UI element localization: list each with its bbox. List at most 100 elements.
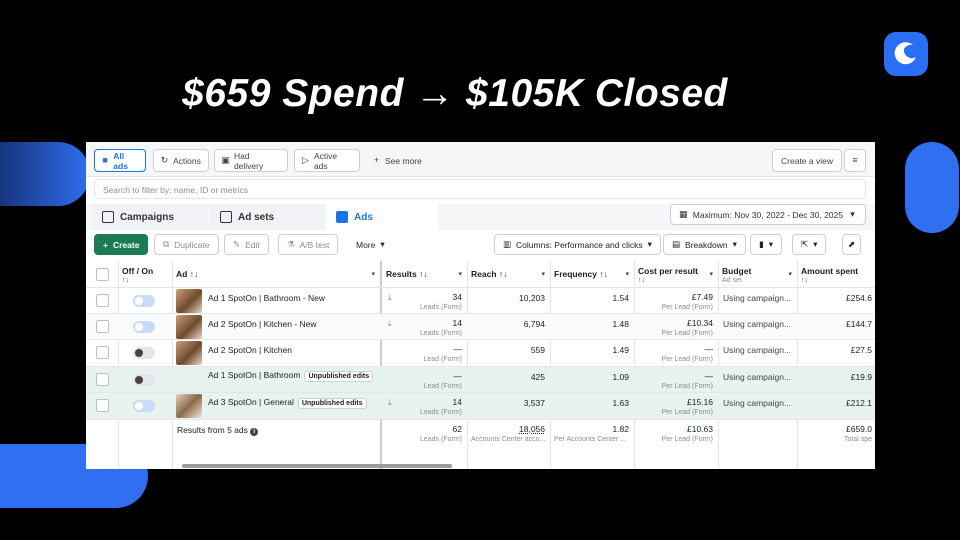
headline: $659 Spend → $105K Closed <box>182 72 728 115</box>
actions-chip[interactable]: ↻ Actions <box>153 149 209 172</box>
ad-name-cell: Ad 1 SpotOn | Bathroom - New <box>172 288 380 313</box>
totals-label-cell: Results from 5 ads i <box>172 420 380 450</box>
spent-value: £19.9 <box>850 372 872 382</box>
tab-campaigns[interactable]: Campaigns <box>92 204 208 230</box>
cpr-type: Per Lead (Form) <box>661 356 713 363</box>
reach-cell: 6,794 <box>467 314 550 339</box>
header-ad[interactable]: Ad ↑↓ ▾ <box>172 261 380 287</box>
header-cost-per-result[interactable]: Cost per result ↑↓ ▾ <box>634 261 718 287</box>
budget-cell: Using campaign... <box>718 314 797 339</box>
ad-name[interactable]: Ad 2 SpotOn | Kitchen - New <box>208 319 317 329</box>
sort-icon: ↑↓ <box>419 269 428 279</box>
export-button[interactable]: ⇱ ▾ <box>792 234 827 255</box>
had-delivery-chip[interactable]: ▣ Had delivery <box>214 149 288 172</box>
row-checkbox[interactable] <box>96 320 109 333</box>
table-row[interactable]: Ad 2 SpotOn | Kitchen - New ⤓ 14 Leads (… <box>86 314 875 340</box>
settings-sliders-button[interactable]: ≡ <box>844 149 866 172</box>
date-range-picker[interactable]: ▦ Maximum: Nov 30, 2022 - Dec 30, 2025 ▾ <box>669 204 866 225</box>
totals-label-text: Results from 5 ads <box>177 425 248 435</box>
header-cpr-label: Cost per result <box>638 266 698 276</box>
budget-value: Using campaign... <box>723 345 792 355</box>
tab-label: Campaigns <box>120 211 174 223</box>
ad-toggle-off[interactable] <box>133 374 155 386</box>
header-onoff-label: Off / On <box>122 266 154 276</box>
header-reach[interactable]: Reach ↑↓ ▾ <box>467 261 550 287</box>
header-amount-spent[interactable]: Amount spent ↑↓ <box>797 261 875 287</box>
cpr-cell: — Per Lead (Form) <box>634 340 718 366</box>
header-results[interactable]: Results ↑↓ ▾ <box>382 261 467 287</box>
reach-value: 3,537 <box>523 398 545 408</box>
table-row[interactable]: Ad 1 SpotOn | Bathroom - New ⤓ 34 Leads … <box>86 288 875 314</box>
spent-cell: £144.7 <box>797 314 875 339</box>
ad-toggle-on[interactable] <box>133 400 155 412</box>
see-more-chip[interactable]: + See more <box>366 149 430 172</box>
tab-ad-sets[interactable]: Ad sets <box>210 204 324 230</box>
cpr-value: £10.34 <box>687 318 713 328</box>
table-row[interactable]: Ad 1 SpotOn | Bathroom Unpublished edits … <box>86 367 875 393</box>
table-row[interactable]: Ad 3 SpotOn | General Unpublished edits ⤓… <box>86 393 875 420</box>
info-icon[interactable]: i <box>250 428 259 436</box>
copy-icon: ⧉ <box>163 239 170 249</box>
create-view-button[interactable]: Create a view <box>772 149 842 172</box>
header-onoff[interactable]: Off / On ↑↓ <box>118 261 172 287</box>
export-icon: ⇱ <box>801 239 809 249</box>
row-checkbox[interactable] <box>96 294 109 307</box>
row-checkbox[interactable] <box>96 346 109 359</box>
reports-button[interactable]: ▮ ▾ <box>750 234 782 255</box>
header-budget[interactable]: Budget Ad set ▾ <box>718 261 797 287</box>
chevron-down-icon: ▾ <box>768 239 773 249</box>
ad-name-text: Ad 3 SpotOn | General <box>208 397 294 407</box>
select-all-checkbox[interactable] <box>96 268 109 281</box>
totals-reach-cell: 18,056 Accounts Center acco... <box>467 420 550 450</box>
frequency-cell: 1.49 <box>550 340 634 366</box>
budget-cell: Using campaign... <box>718 367 797 392</box>
ab-test-button[interactable]: ⚗ A/B test <box>278 234 339 255</box>
totals-label: Results from 5 ads i <box>177 425 259 436</box>
ad-thumbnail <box>176 315 202 339</box>
create-button[interactable]: + Create <box>94 234 149 255</box>
more-button[interactable]: More ▾ <box>348 234 393 255</box>
unpublished-edits-badge: Unpublished edits <box>304 371 374 382</box>
chip-label: Actions <box>173 155 201 166</box>
results-cell: — Lead (Form) <box>382 367 467 392</box>
reach-value: 425 <box>530 372 545 382</box>
columns-button[interactable]: ▥ Columns: Performance and clicks ▾ <box>494 234 661 255</box>
results-type: Leads (Form) <box>419 409 462 416</box>
ad-toggle-on[interactable] <box>133 321 155 333</box>
results-value: 34 <box>452 292 462 302</box>
date-range-label: Maximum: Nov 30, 2022 - Dec 30, 2025 <box>692 209 843 220</box>
chart-view-button[interactable]: ⬈ <box>842 234 862 255</box>
flask-icon: ⚗ <box>287 239 295 249</box>
download-icon: ⤓ <box>388 398 392 407</box>
ad-toggle-off[interactable] <box>133 347 155 359</box>
ad-name-cell: Ad 3 SpotOn | General Unpublished edits <box>172 393 380 419</box>
ad-name[interactable]: Ad 1 SpotOn | Bathroom - New <box>208 293 325 303</box>
sort-icon: ↑↓ <box>638 277 645 284</box>
ad-thumbnail <box>176 394 202 418</box>
sort-icon: ↑↓ <box>498 269 508 279</box>
active-ads-chip[interactable]: ▷ Active ads <box>294 149 360 172</box>
frequency-cell: 1.48 <box>550 314 634 339</box>
row-checkbox[interactable] <box>96 373 109 386</box>
table-row[interactable]: Ad 2 SpotOn | Kitchen — Lead (Form) 559 … <box>86 340 875 367</box>
row-checkbox[interactable] <box>96 399 109 412</box>
results-value: 14 <box>452 397 462 407</box>
horizontal-scrollbar[interactable] <box>182 464 452 468</box>
edit-button[interactable]: ✎ Edit <box>224 234 269 255</box>
ad-name[interactable]: Ad 1 SpotOn | Bathroom Unpublished edits <box>208 370 374 382</box>
columns-icon: ▥ <box>503 239 512 249</box>
tab-ads[interactable]: Ads <box>326 204 438 230</box>
header-budget-sub: Ad set <box>722 277 742 284</box>
ad-name[interactable]: Ad 3 SpotOn | General Unpublished edits <box>208 397 367 409</box>
totals-spent-cell: £659.0 Total spe <box>797 420 875 450</box>
action-toolbar: + Create ⧉ Duplicate ✎ Edit ⚗ A/B test M… <box>86 232 875 260</box>
ad-name[interactable]: Ad 2 SpotOn | Kitchen <box>208 345 292 355</box>
header-frequency[interactable]: Frequency ↑↓ ▾ <box>550 261 634 287</box>
breakdown-button[interactable]: ▤ Breakdown ▾ <box>663 234 746 255</box>
all-ads-chip[interactable]: ■ All ads <box>94 149 146 172</box>
ad-toggle-on[interactable] <box>133 295 155 307</box>
search-input[interactable]: Search to filter by: name, ID or metrics <box>94 179 866 199</box>
duplicate-button[interactable]: ⧉ Duplicate <box>154 234 219 255</box>
breakdown-label: Breakdown <box>685 239 728 250</box>
budget-value: Using campaign... <box>723 319 792 329</box>
